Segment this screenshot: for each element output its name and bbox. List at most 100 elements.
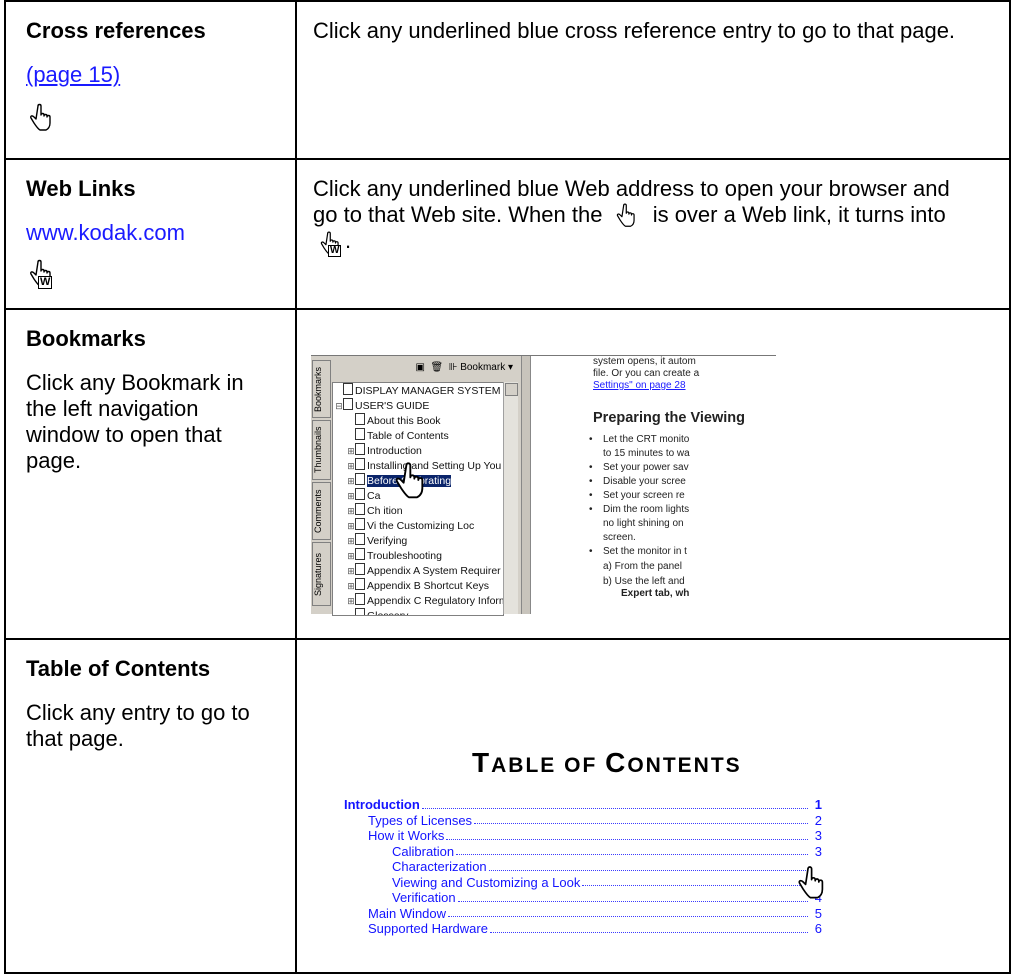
bookmark-label: Ca [367,490,381,502]
bookmarks-heading: Bookmarks [26,326,146,351]
page-icon [355,488,365,500]
cross-ref-sample-link[interactable]: (page 15) [26,62,120,87]
toc-leader [421,797,808,809]
bookmarks-label-cell: Bookmarks Click any Bookmark in the left… [4,308,297,640]
web-link-sample[interactable]: www.kodak.com [26,220,185,245]
toc-entry[interactable]: How it Works 3 [344,828,822,844]
expand-toggle-icon[interactable]: ⊟ [335,399,343,414]
expand-toggle-icon[interactable]: ⊞ [347,444,355,459]
comments-tab[interactable]: Comments [312,482,331,540]
web-desc-part2: is over a Web link, it turns into [652,202,946,227]
hand-pointer-web-icon: W [319,230,345,262]
expand-toggle-icon[interactable]: ⊞ [347,594,355,609]
bookmark-item[interactable]: About this Book [333,413,503,428]
page-icon [355,593,365,605]
toc-heading: Table of Contents [26,656,211,681]
bookmark-label: Installing and Setting Up You [367,460,502,472]
bookmarks-tab[interactable]: Bookmarks [312,360,331,418]
page-icon [355,473,365,485]
bookmarks-description: Click any Bookmark in the left navigatio… [26,370,244,473]
hand-pointer-icon [796,864,832,900]
page-icon [355,548,365,560]
bookmark-item[interactable]: Table of Contents [333,428,503,443]
toc-entry[interactable]: Supported Hardware 6 [344,921,822,937]
pane-splitter[interactable] [521,356,531,614]
toc-entry[interactable]: Verification4 [344,890,822,906]
bookmarks-screenshot: Bookmarks Thumbnails Comments Signatures… [311,355,776,616]
toc-description: Click any entry to go to that page. [26,700,250,751]
page-sub-item: Expert tab, wh [621,588,690,599]
bookmark-item[interactable]: ⊞ Appendix C Regulatory Inform [333,593,503,608]
page-bullet: Dim the room lights [589,504,776,516]
document-page-preview: system opens, it autom file. Or you can … [541,356,776,614]
bookmark-item[interactable]: ⊟ USER'S GUIDE [333,398,503,413]
hand-pointer-icon [615,202,641,228]
page-sublist: a) From the panel b) Use the left and Expe… [541,561,776,600]
expand-toggle-icon[interactable]: ⊞ [347,489,355,504]
cross-ref-label-cell: Cross references (page 15) [4,0,297,160]
bookmark-item[interactable]: ⊞ Introduction [333,443,503,458]
bookmark-toolbar-icons[interactable]: ▣ 🗑 ⊪ [415,362,460,373]
web-badge: W [38,276,53,289]
thumbnails-tab[interactable]: Thumbnails [312,420,331,480]
page-icon [355,503,365,515]
page-icon [355,413,365,425]
page-icon [355,533,365,545]
page-bullet: screen. [603,532,636,543]
expand-toggle-icon[interactable]: ⊞ [347,579,355,594]
toc-entry[interactable]: Characterization [344,859,822,875]
bookmark-options-button[interactable]: Bookmark ▾ [460,362,513,373]
toc-label-cell: Table of Contents Click any entry to go … [4,638,297,974]
toc-entry[interactable]: Types of Licenses 2 [344,813,822,829]
toc-entry[interactable]: Introduction 1 [344,797,822,813]
expand-toggle-icon[interactable]: ⊞ [347,519,355,534]
bookmark-scrollbar[interactable] [503,382,518,614]
bookmark-item[interactable]: Glossary [333,608,503,615]
expand-toggle-icon[interactable]: ⊞ [347,474,355,489]
toc-leader [457,890,808,902]
bookmark-label: Introduction [367,445,422,457]
toc-entry-label: How it Works [368,828,445,843]
page-line: system opens, it autom [593,356,696,367]
signatures-tab[interactable]: Signatures [312,542,331,606]
page-bullet: no light shining on [603,518,684,529]
toc-entry[interactable]: Main Window 5 [344,906,822,922]
cross-ref-heading: Cross references [26,18,206,43]
toc-leader [489,921,808,933]
toc-leader [488,859,808,871]
page-icon [355,428,365,440]
bookmark-label: DISPLAY MANAGER SYSTEM [355,385,501,397]
toc-entry-label: Supported Hardware [368,921,488,936]
toc-entry[interactable]: Calibration 3 [344,844,822,860]
bookmark-item[interactable]: ⊞ Appendix A System Requirer [333,563,503,578]
bookmark-item[interactable]: ⊞ Appendix B Shortcut Keys [333,578,503,593]
toc-entry-label: Introduction [344,797,420,812]
toc-entry-label: Viewing and Customizing a Look [392,874,581,890]
page-icon [355,608,365,615]
page-sub-item: b) Use the left and [603,576,685,587]
expand-toggle-icon[interactable]: ⊞ [347,459,355,474]
bookmark-label: About this Book [367,415,441,427]
page-bullet: to 15 minutes to wa [603,448,690,459]
toc-title: TABLE OF CONTENTS [472,747,742,778]
page-bullet: Let the CRT monito [589,434,776,446]
expand-toggle-icon[interactable]: ⊞ [347,549,355,564]
toc-entry[interactable]: Viewing and Customizing a Look [344,875,822,891]
expand-toggle-icon[interactable]: ⊞ [347,564,355,579]
toc-list: Introduction 1 Types of Licenses 2 How it Wo… [344,797,822,937]
bookmark-item[interactable]: ⊞ Vi the Customizing Loc [333,518,503,533]
hand-pointer-icon [28,102,58,132]
web-links-heading: Web Links [26,176,136,201]
bookmark-item[interactable]: ⊞ Troubleshooting [333,548,503,563]
page-line: file. Or you can create a [593,368,700,379]
bookmark-item[interactable]: ⊞ Ch ition [333,503,503,518]
expand-toggle-icon[interactable]: ⊞ [347,534,355,549]
expand-toggle-icon[interactable]: ⊞ [347,504,355,519]
bookmark-item[interactable]: DISPLAY MANAGER SYSTEM [333,383,503,398]
page-bullets: Let the CRT monito to 15 minutes to wa Set… [541,434,776,558]
bookmark-label: Vi the Customizing Loc [367,520,475,532]
bookmark-item[interactable]: ⊞ Verifying [333,533,503,548]
page-link[interactable]: Settings" on page 28 [541,380,776,392]
toc-entry-label: Characterization [392,859,487,874]
page-bullet: Set the monitor in t [589,546,776,558]
